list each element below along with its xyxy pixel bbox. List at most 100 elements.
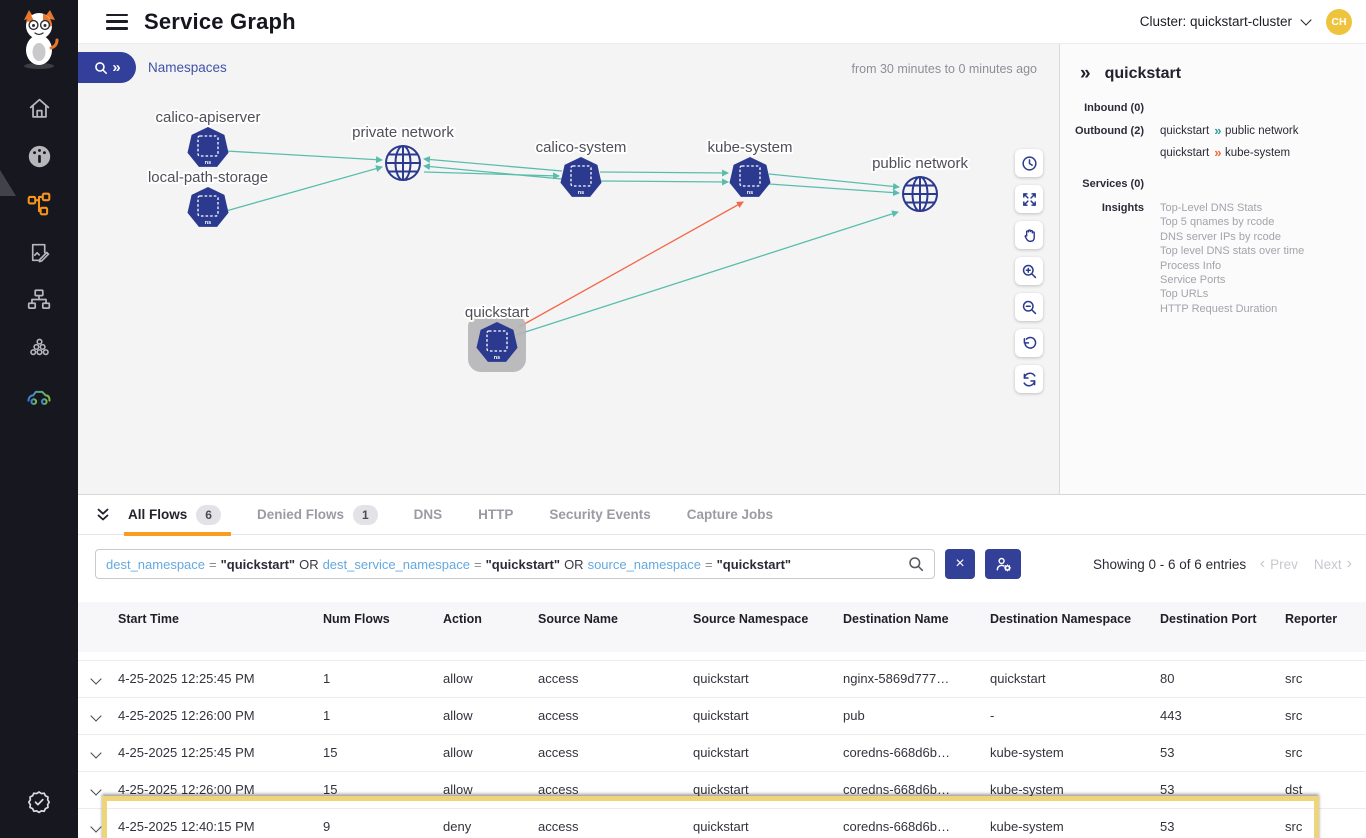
- graph-edge-allow[interactable]: [424, 159, 562, 171]
- column-header[interactable]: Source Namespace: [685, 602, 835, 652]
- fit-screen-button[interactable]: [1015, 185, 1043, 213]
- graph-node-kube-system[interactable]: nskube-system: [707, 139, 792, 197]
- graph-edge-allow[interactable]: [226, 151, 382, 160]
- flow-cell: quickstart: [685, 734, 835, 771]
- insight-link[interactable]: Top 5 qnames by rcode: [1160, 215, 1304, 229]
- expand-row-chevron-icon[interactable]: [90, 784, 101, 795]
- tab-all-flows[interactable]: All Flows6: [128, 495, 221, 535]
- flow-row[interactable]: 4-25-2025 12:26:00 PM1allowaccessquickst…: [78, 697, 1366, 734]
- column-header[interactable]: Destination Namespace: [982, 602, 1152, 652]
- breadcrumb[interactable]: Namespaces: [148, 60, 227, 75]
- expand-row-chevron-icon[interactable]: [90, 673, 101, 684]
- sidebar-item-network-topology[interactable]: [0, 276, 78, 324]
- insight-link[interactable]: DNS server IPs by rcode: [1160, 230, 1304, 244]
- column-header[interactable]: Destination Port: [1152, 602, 1277, 652]
- chevron-down-icon: [1300, 14, 1311, 25]
- outbound-flow-item[interactable]: quickstart»public network: [1160, 124, 1298, 137]
- prev-page-button[interactable]: ‹Prev: [1260, 556, 1298, 572]
- insight-link[interactable]: HTTP Request Duration: [1160, 302, 1304, 316]
- collapse-panel-icon[interactable]: »: [1080, 64, 1089, 83]
- flow-cell: nginx-5869d777…: [835, 660, 982, 697]
- flow-row[interactable]: 4-25-2025 12:25:45 PM1allowaccessquickst…: [78, 660, 1366, 697]
- graph-node-public-network[interactable]: public network: [872, 155, 968, 211]
- column-header[interactable]: Reporter: [1277, 602, 1366, 652]
- sidebar-item-vehicle[interactable]: [0, 372, 78, 420]
- graph-node-calico-apiserver[interactable]: nscalico-apiserver: [155, 109, 260, 167]
- flow-row[interactable]: 4-25-2025 12:26:00 PM15allowaccessquicks…: [78, 771, 1366, 808]
- refresh-icon: [1021, 371, 1038, 388]
- column-header[interactable]: Num Flows: [315, 602, 435, 652]
- pan-hand-icon: [1021, 227, 1038, 244]
- graph-edge-allow[interactable]: [516, 212, 898, 335]
- tab-capture-jobs[interactable]: Capture Jobs: [687, 495, 773, 535]
- undo-icon: [1021, 335, 1038, 352]
- flow-row[interactable]: 4-25-2025 12:25:45 PM15allowaccessquicks…: [78, 734, 1366, 771]
- graph-search-button[interactable]: »: [78, 52, 136, 83]
- pagination-summary: Showing 0 - 6 of 6 entries: [1093, 557, 1246, 572]
- insight-link[interactable]: Process Info: [1160, 259, 1304, 273]
- expand-row-chevron-icon[interactable]: [90, 710, 101, 721]
- search-icon[interactable]: [908, 556, 924, 572]
- zoom-in-button[interactable]: [1015, 257, 1043, 285]
- tab-denied-flows[interactable]: Denied Flows1: [257, 495, 378, 535]
- column-header[interactable]: Action: [435, 602, 530, 652]
- filter-token-field: dest_namespace: [106, 557, 205, 572]
- filter-token-value: "quickstart": [486, 557, 560, 572]
- outbound-flow-item[interactable]: quickstart»kube-system: [1160, 146, 1298, 159]
- insight-link[interactable]: Top-Level DNS Stats: [1160, 201, 1304, 215]
- sidebar-item-home[interactable]: [0, 84, 78, 132]
- flow-source: quickstart: [1160, 125, 1209, 137]
- tab-security-events[interactable]: Security Events: [549, 495, 650, 535]
- zoom-out-button[interactable]: [1015, 293, 1043, 321]
- collapse-flows-icon[interactable]: [94, 506, 112, 524]
- service-graph-icon: [26, 191, 52, 217]
- flow-cell: access: [530, 734, 685, 771]
- service-graph-canvas[interactable]: nscalico-apiservernslocal-path-storagepr…: [78, 44, 1060, 494]
- refresh-button[interactable]: [1015, 365, 1043, 393]
- insight-link[interactable]: Top level DNS stats over time: [1160, 244, 1304, 258]
- graph-node-quickstart[interactable]: nsquickstart: [465, 304, 530, 372]
- next-page-button[interactable]: Next›: [1314, 556, 1352, 572]
- time-range-button[interactable]: [1015, 149, 1043, 177]
- time-range-label: from 30 minutes to 0 minutes ago: [851, 62, 1037, 76]
- clear-filter-button[interactable]: ×: [945, 549, 975, 579]
- tab-dns[interactable]: DNS: [414, 495, 443, 535]
- graph-edge-deny[interactable]: [519, 202, 743, 327]
- pan-hand-button[interactable]: [1015, 221, 1043, 249]
- cluster-icon: [27, 336, 52, 361]
- graph-node-label: kube-system: [707, 139, 792, 156]
- flow-row-highlighted[interactable]: 4-25-2025 12:40:15 PM9denyaccessquicksta…: [78, 808, 1366, 838]
- network-topology-icon: [26, 287, 52, 313]
- filter-query-input[interactable]: dest_namespace="quickstart"ORdest_servic…: [95, 549, 935, 579]
- sidebar-item-verified[interactable]: [0, 778, 78, 826]
- graph-edge-allow[interactable]: [600, 181, 728, 182]
- flow-cell: quickstart: [685, 660, 835, 697]
- calico-cat-logo[interactable]: [15, 8, 63, 70]
- filter-token-field: dest_service_namespace: [323, 557, 470, 572]
- sidebar-item-cluster[interactable]: [0, 324, 78, 372]
- graph-node-local-path-storage[interactable]: nslocal-path-storage: [148, 169, 268, 227]
- undo-button[interactable]: [1015, 329, 1043, 357]
- column-settings-button[interactable]: [985, 549, 1021, 579]
- menu-toggle-button[interactable]: [106, 14, 128, 30]
- column-header[interactable]: Start Time: [110, 602, 315, 652]
- column-header[interactable]: Destination Name: [835, 602, 982, 652]
- svg-text:ns: ns: [205, 160, 211, 166]
- graph-node-calico-system[interactable]: nscalico-system: [536, 139, 627, 197]
- details-section-insights: InsightsTop-Level DNS StatsTop 5 qnames …: [1074, 201, 1351, 316]
- tab-http[interactable]: HTTP: [478, 495, 513, 535]
- cluster-selector[interactable]: Cluster: quickstart-cluster: [1140, 14, 1310, 29]
- insight-link[interactable]: Service Ports: [1160, 273, 1304, 287]
- flow-destination: kube-system: [1225, 147, 1290, 159]
- graph-edge-allow[interactable]: [600, 172, 728, 173]
- expand-row-chevron-icon[interactable]: [90, 821, 101, 832]
- tab-label: Denied Flows: [257, 507, 344, 522]
- insight-link[interactable]: Top URLs: [1160, 287, 1304, 301]
- column-header[interactable]: Source Name: [530, 602, 685, 652]
- flow-cell: kube-system: [982, 734, 1152, 771]
- sidebar-item-logs[interactable]: [0, 228, 78, 276]
- avatar[interactable]: CH: [1326, 9, 1352, 35]
- expand-row-chevron-icon[interactable]: [90, 747, 101, 758]
- details-panel: » quickstart Inbound (0)Outbound (2)quic…: [1060, 44, 1365, 494]
- dashboard-gauge-icon: [26, 143, 53, 170]
